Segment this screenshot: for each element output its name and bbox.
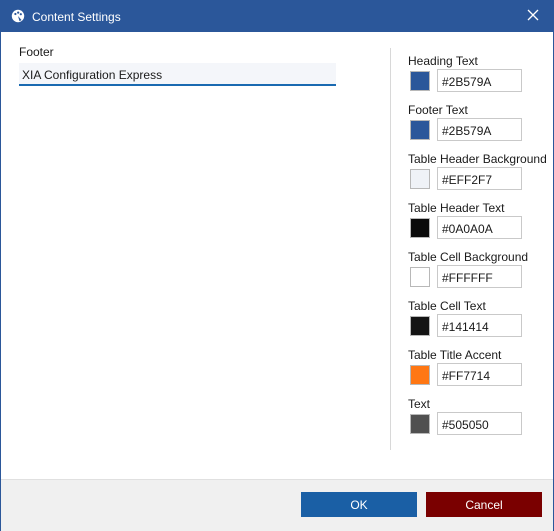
close-icon [527,9,539,24]
title-bar[interactable]: Content Settings [1,1,553,32]
hex-input[interactable] [437,216,522,239]
color-setting-table-title-accent: Table Title Accent [408,348,553,397]
hex-input[interactable] [437,412,522,435]
hex-input[interactable] [437,314,522,337]
content-settings-dialog: Content Settings Footer Heading Text Foo… [0,0,554,531]
color-label: Footer Text [408,103,468,117]
cancel-button[interactable]: Cancel [426,492,542,517]
color-swatch[interactable] [410,169,430,189]
color-swatch[interactable] [410,267,430,287]
color-setting-heading-text: Heading Text [408,54,553,103]
color-label: Table Header Text [408,201,505,215]
color-setting-footer-text: Footer Text [408,103,553,152]
hex-input[interactable] [437,167,522,190]
color-setting-text: Text [408,397,553,446]
vertical-divider [390,48,391,450]
color-setting-table-cell-text: Table Cell Text [408,299,553,348]
color-setting-table-header-background: Table Header Background [408,152,553,201]
color-swatch[interactable] [410,218,430,238]
hex-input[interactable] [437,118,522,141]
color-swatch[interactable] [410,71,430,91]
hex-input[interactable] [437,69,522,92]
color-swatch[interactable] [410,365,430,385]
footer-label: Footer [19,45,54,59]
color-swatch[interactable] [410,414,430,434]
color-label: Table Header Background [408,152,547,166]
dialog-button-bar: OK Cancel [1,479,553,531]
color-label: Heading Text [408,54,478,68]
settings-content: Footer Heading Text Footer Text Table He… [1,32,553,479]
color-label: Table Cell Text [408,299,486,313]
color-setting-table-cell-background: Table Cell Background [408,250,553,299]
palette-icon [11,9,25,23]
color-setting-table-header-text: Table Header Text [408,201,553,250]
color-label: Text [408,397,431,411]
color-label: Table Title Accent [408,348,502,362]
color-swatch[interactable] [410,120,430,140]
ok-button[interactable]: OK [301,492,417,517]
color-swatch[interactable] [410,316,430,336]
footer-input[interactable] [19,63,336,86]
close-button[interactable] [513,1,553,32]
hex-input[interactable] [437,363,522,386]
hex-input[interactable] [437,265,522,288]
color-label: Table Cell Background [408,250,529,264]
window-title: Content Settings [32,10,121,24]
